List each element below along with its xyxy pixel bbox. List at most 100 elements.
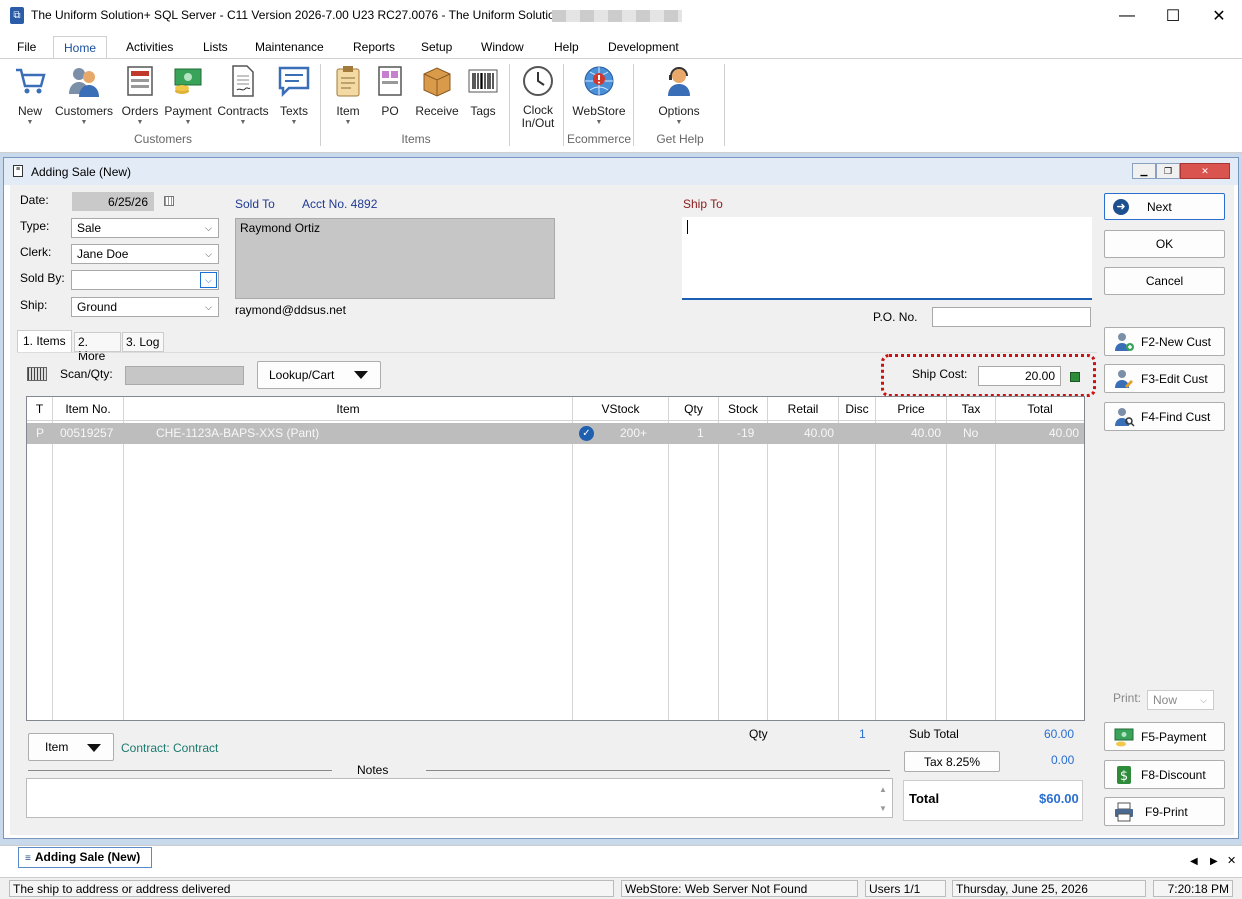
col-header-tax[interactable]: Tax (947, 397, 995, 421)
cell-tax: No (963, 426, 979, 440)
ship-to-address[interactable] (682, 217, 1092, 300)
cell-qty: 1 (697, 426, 704, 440)
col-header-total[interactable]: Total (996, 397, 1084, 421)
minimize-button[interactable]: — (1104, 0, 1150, 31)
item-button[interactable]: Item ▼ (330, 64, 366, 128)
mdi-tab-adding-sale[interactable]: ≡ Adding Sale (New) (18, 847, 152, 868)
child-restore-button[interactable]: ❐ (1156, 163, 1180, 179)
menu-window[interactable]: Window (471, 36, 534, 58)
ship-label: Ship: (20, 298, 48, 312)
print-select[interactable]: Now ⌵ (1147, 690, 1214, 710)
webstore-button[interactable]: WebStore ▼ (568, 64, 630, 128)
new-button[interactable]: New ▼ (12, 64, 48, 128)
grid-divider (767, 397, 768, 720)
tab-close-icon[interactable]: ✕ (1227, 854, 1236, 867)
chevron-down-icon: ▼ (26, 119, 34, 126)
notes-textarea[interactable] (26, 778, 893, 818)
scan-qty-field[interactable] (125, 366, 244, 385)
ok-button[interactable]: OK (1104, 230, 1225, 258)
redacted-text (552, 10, 682, 22)
customer-name: Raymond Ortiz (240, 221, 321, 235)
tab-scroll-right-icon[interactable]: ▶ (1210, 856, 1218, 867)
edit-user-icon (1115, 369, 1133, 388)
item-type-dropdown[interactable]: Item (28, 733, 114, 761)
menu-setup[interactable]: Setup (411, 36, 462, 58)
type-select[interactable]: Sale ⌵ (71, 218, 219, 238)
people-icon (69, 68, 99, 97)
chevron-down-icon: ▼ (239, 119, 247, 126)
qty-total: 1 (859, 727, 866, 741)
contract-link[interactable]: Contract: Contract (121, 741, 218, 755)
clerk-select[interactable]: Jane Doe ⌵ (71, 244, 219, 264)
col-header-disc[interactable]: Disc (839, 397, 875, 421)
menu-lists[interactable]: Lists (193, 36, 238, 58)
menu-reports[interactable]: Reports (343, 36, 405, 58)
ship-select[interactable]: Ground ⌵ (71, 297, 219, 317)
tab-scroll-left-icon[interactable]: ◀ (1190, 856, 1198, 867)
menu-home[interactable]: Home (53, 36, 108, 58)
find-customer-button[interactable]: F4-Find Cust (1104, 402, 1225, 431)
tab-log[interactable]: 3. Log (122, 332, 164, 352)
contracts-button[interactable]: Contracts ▼ (215, 64, 271, 128)
child-minimize-button[interactable]: ▁ (1132, 163, 1156, 179)
payment-button[interactable]: Payment ▼ (162, 64, 214, 128)
menu-maintenance[interactable]: Maintenance (245, 36, 334, 58)
close-button[interactable]: ✕ (1196, 0, 1242, 31)
print-button[interactable]: F9-Print (1104, 797, 1225, 826)
calculator-icon[interactable] (1070, 372, 1080, 382)
texts-button[interactable]: Texts ▼ (274, 64, 314, 128)
col-header-qty[interactable]: Qty (669, 397, 718, 421)
orders-button[interactable]: Orders ▼ (120, 64, 160, 128)
calendar-icon[interactable] (164, 196, 174, 206)
tags-button[interactable]: Tags (464, 64, 502, 118)
grid-divider (995, 397, 996, 720)
status-users: Users 1/1 (865, 880, 946, 897)
col-header-item[interactable]: Item (124, 397, 572, 421)
col-header-item-no[interactable]: Item No. (53, 397, 123, 421)
chevron-down-icon: ▼ (80, 119, 88, 126)
cancel-button[interactable]: Cancel (1104, 267, 1225, 295)
notes-label: Notes (357, 763, 389, 777)
po-button[interactable]: PO (372, 64, 408, 118)
scroll-down-icon[interactable]: ▼ (879, 804, 887, 813)
tab-more[interactable]: 2. More (74, 332, 121, 363)
group-label-customers: Customers (133, 132, 192, 146)
maximize-button[interactable]: ☐ (1150, 0, 1196, 31)
sold-to-label[interactable]: Sold To (235, 197, 275, 211)
chevron-down-icon: ▼ (290, 119, 298, 126)
child-close-button[interactable]: ✕ (1180, 163, 1230, 179)
tab-items[interactable]: 1. Items (17, 330, 72, 353)
options-button[interactable]: Options ▼ (652, 64, 706, 128)
edit-customer-button[interactable]: F3-Edit Cust (1104, 364, 1225, 393)
po-number-field[interactable] (932, 307, 1091, 327)
discount-button[interactable]: $ F8-Discount (1104, 760, 1225, 789)
window-icon: ≡ (13, 165, 23, 177)
lookup-cart-button[interactable]: Lookup/Cart (257, 361, 381, 389)
grid-divider (946, 397, 947, 720)
ship-cost-field[interactable]: 20.00 (978, 366, 1061, 386)
menu-file[interactable]: File (7, 36, 46, 58)
menu-activities[interactable]: Activities (116, 36, 183, 58)
payment-button[interactable]: F5-Payment (1104, 722, 1225, 751)
purchase-order-icon (378, 66, 402, 96)
receive-button[interactable]: Receive (412, 64, 462, 118)
next-button[interactable]: ➜ Next (1104, 193, 1225, 220)
new-customer-button[interactable]: F2-New Cust (1104, 327, 1225, 356)
customers-button[interactable]: Customers ▼ (52, 64, 116, 128)
find-user-icon (1115, 407, 1135, 427)
chevron-down-icon: ⌵ (205, 248, 212, 259)
col-header-price[interactable]: Price (876, 397, 946, 421)
clock-button[interactable]: Clock In/Out (516, 64, 560, 130)
items-grid[interactable] (26, 396, 1085, 721)
scroll-up-icon[interactable]: ▲ (879, 785, 887, 794)
sold-by-select[interactable]: ⌵ (71, 270, 219, 290)
col-header-retail[interactable]: Retail (768, 397, 838, 421)
tax-rate-button[interactable]: Tax 8.25% (904, 751, 1000, 772)
menu-help[interactable]: Help (544, 36, 589, 58)
sold-to-address[interactable]: Raymond Ortiz (235, 218, 555, 299)
menu-development[interactable]: Development (598, 36, 689, 58)
col-header-stock[interactable]: Stock (719, 397, 767, 421)
date-field[interactable]: 6/25/26 (72, 192, 154, 211)
col-header-t[interactable]: T (27, 397, 52, 421)
col-header-vstock[interactable]: VStock (573, 397, 668, 421)
